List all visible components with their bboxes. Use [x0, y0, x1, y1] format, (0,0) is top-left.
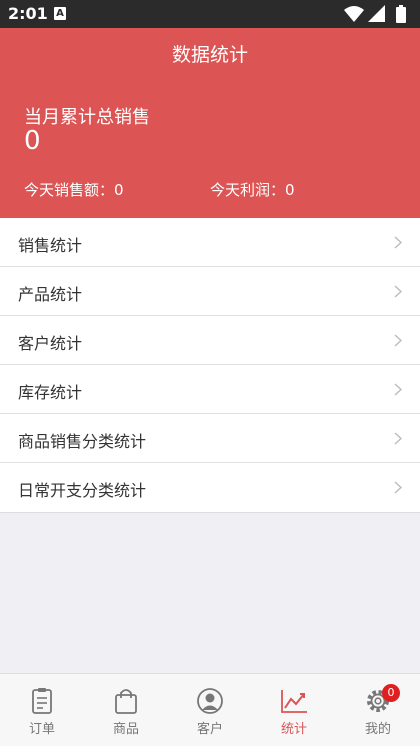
customer-person-icon: [197, 688, 223, 714]
tab-orders[interactable]: 订单: [0, 674, 84, 746]
tab-label: 我的: [364, 722, 391, 737]
menu-item-label: 客户统计: [18, 334, 83, 353]
today-profit: 今天利润：0: [210, 181, 295, 199]
menu-item-label: 日常开支分类统计: [18, 481, 147, 500]
shopping-bag-icon: [115, 689, 137, 714]
tab-products[interactable]: 商品: [84, 674, 168, 746]
order-clipboard-icon: [32, 688, 52, 714]
menu-item-label: 库存统计: [18, 383, 83, 402]
menu-item-customer-stats[interactable]: 客户统计: [0, 316, 420, 365]
signal-icon: [368, 5, 385, 22]
menu-item-product-stats[interactable]: 产品统计: [0, 267, 420, 316]
status-bar: 2:01 A: [0, 0, 420, 28]
notification-a-icon: A: [54, 7, 66, 20]
menu-item-sales-stats[interactable]: 销售统计: [0, 218, 420, 267]
wifi-icon: [344, 6, 364, 22]
chevron-right-icon: [394, 481, 402, 494]
page-title: 数据统计: [171, 44, 248, 66]
month-total-sales-label: 当月累计总销售: [24, 107, 150, 128]
menu-item-expense-category-stats[interactable]: 日常开支分类统计: [0, 463, 420, 512]
bottom-tab-bar: 订单 商品 客户 统计 0 我的: [0, 673, 420, 746]
tab-label: 统计: [280, 722, 307, 737]
stats-header: 数据统计 当月累计总销售 0 今天销售额：0 今天利润：0: [0, 28, 420, 218]
menu-item-inventory-stats[interactable]: 库存统计: [0, 365, 420, 414]
tab-me[interactable]: 0 我的: [336, 674, 420, 746]
menu-item-label: 商品销售分类统计: [18, 432, 147, 451]
menu-item-label: 销售统计: [18, 236, 83, 255]
stats-menu-list: 销售统计 产品统计 客户统计 库存统计 商品销售分类统计 日常开支分类统计: [0, 218, 420, 513]
battery-icon: [396, 5, 406, 23]
chevron-right-icon: [394, 432, 402, 445]
chevron-right-icon: [394, 236, 402, 249]
status-time: 2:01: [8, 4, 48, 23]
chevron-right-icon: [394, 334, 402, 347]
tab-label: 订单: [28, 722, 55, 737]
tab-label: 商品: [112, 722, 139, 737]
chevron-right-icon: [394, 285, 402, 298]
tab-label: 客户: [196, 722, 223, 737]
tab-statistics[interactable]: 统计: [252, 674, 336, 746]
month-total-sales-value: 0: [24, 126, 41, 156]
today-sales: 今天销售额：0: [24, 181, 124, 199]
statistics-chart-icon: [281, 690, 307, 713]
menu-item-category-sales-stats[interactable]: 商品销售分类统计: [0, 414, 420, 463]
chevron-right-icon: [394, 383, 402, 396]
tab-customers[interactable]: 客户: [168, 674, 252, 746]
notification-badge: 0: [382, 684, 400, 702]
menu-item-label: 产品统计: [18, 285, 83, 304]
